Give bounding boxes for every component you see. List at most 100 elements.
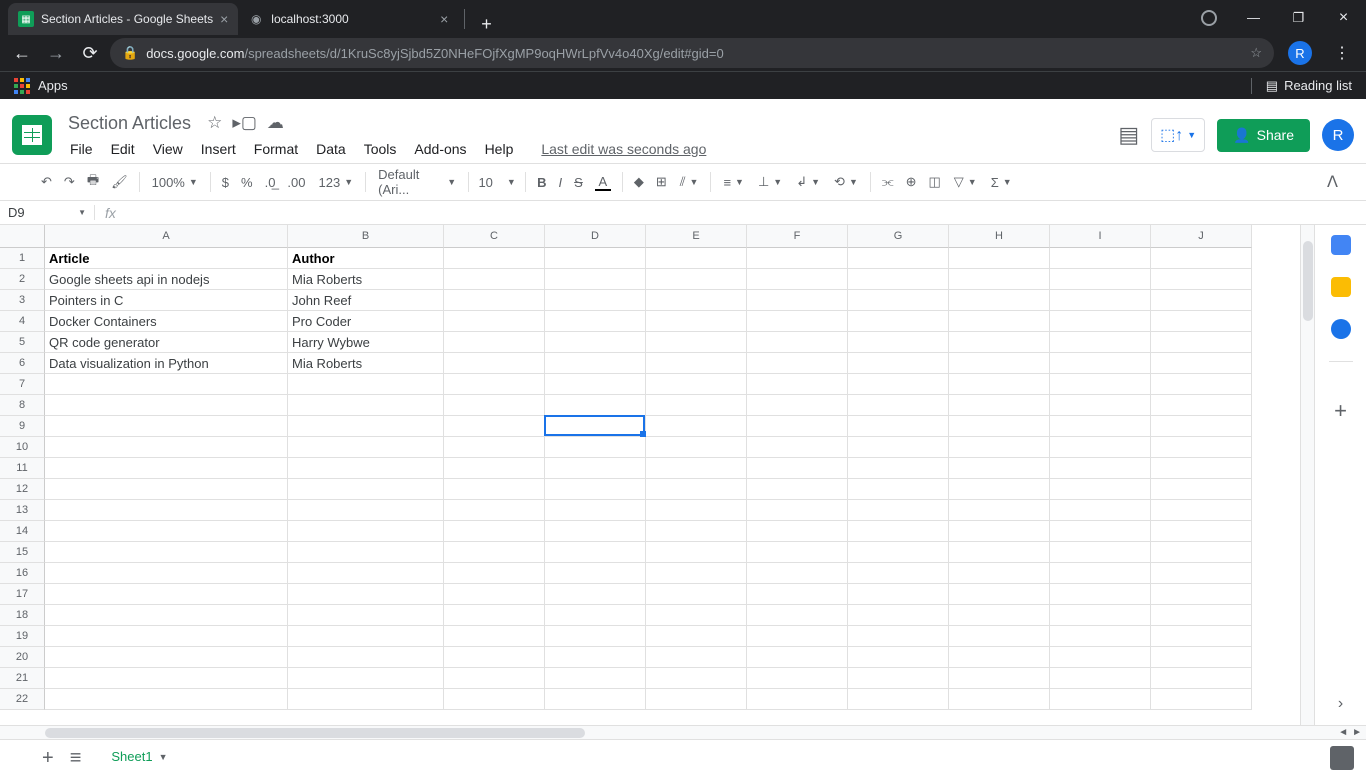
cell[interactable]	[545, 416, 646, 437]
cell[interactable]	[545, 605, 646, 626]
cell[interactable]	[747, 605, 848, 626]
column-header[interactable]: G	[848, 225, 949, 248]
cell[interactable]	[45, 395, 288, 416]
cell[interactable]	[646, 500, 747, 521]
browser-tab-active[interactable]: ▦ Section Articles - Google Sheets ×	[8, 3, 238, 35]
row-header[interactable]: 7	[0, 374, 45, 395]
cell[interactable]	[45, 626, 288, 647]
apps-shortcut[interactable]: Apps	[14, 78, 68, 94]
cell[interactable]	[45, 374, 288, 395]
cell[interactable]	[646, 542, 747, 563]
cell[interactable]	[45, 521, 288, 542]
tasks-app-icon[interactable]	[1331, 319, 1351, 339]
cell[interactable]	[1151, 416, 1252, 437]
cell[interactable]	[444, 626, 545, 647]
last-edit-link[interactable]: Last edit was seconds ago	[533, 138, 714, 160]
column-header[interactable]: H	[949, 225, 1050, 248]
cell[interactable]	[646, 395, 747, 416]
cell[interactable]	[949, 374, 1050, 395]
keep-app-icon[interactable]	[1331, 277, 1351, 297]
cell[interactable]	[646, 689, 747, 710]
row-header[interactable]: 10	[0, 437, 45, 458]
cell[interactable]	[646, 269, 747, 290]
menu-addons[interactable]: Add-ons	[406, 138, 474, 160]
cell[interactable]	[848, 332, 949, 353]
cell[interactable]: Author	[288, 248, 444, 269]
reading-list-button[interactable]: ▤ Reading list	[1251, 78, 1352, 94]
cell[interactable]	[848, 584, 949, 605]
menu-edit[interactable]: Edit	[103, 138, 143, 160]
row-header[interactable]: 15	[0, 542, 45, 563]
move-icon[interactable]: ▸▢	[232, 113, 257, 133]
cell[interactable]	[848, 689, 949, 710]
cell[interactable]	[646, 668, 747, 689]
back-button[interactable]: ←	[8, 39, 36, 67]
menu-data[interactable]: Data	[308, 138, 354, 160]
cell[interactable]	[45, 416, 288, 437]
cell[interactable]	[444, 605, 545, 626]
cell[interactable]	[45, 668, 288, 689]
wrap-button[interactable]: ↲▼	[790, 172, 826, 192]
row-header[interactable]: 22	[0, 689, 45, 710]
cell[interactable]	[646, 479, 747, 500]
row-header[interactable]: 12	[0, 479, 45, 500]
cell[interactable]	[45, 689, 288, 710]
cell[interactable]	[288, 542, 444, 563]
account-avatar[interactable]: R	[1322, 119, 1354, 151]
cell[interactable]	[545, 647, 646, 668]
cell[interactable]	[747, 479, 848, 500]
explore-button[interactable]	[1330, 746, 1354, 770]
cell[interactable]	[45, 563, 288, 584]
cell[interactable]	[646, 248, 747, 269]
add-sheet-button[interactable]: +	[42, 747, 54, 770]
share-button[interactable]: 👤 Share	[1217, 119, 1310, 152]
cell[interactable]	[646, 521, 747, 542]
cell[interactable]	[747, 668, 848, 689]
cell[interactable]	[1050, 395, 1151, 416]
hide-panel-icon[interactable]: ›	[1338, 695, 1343, 713]
close-tab-icon[interactable]: ×	[440, 11, 448, 27]
cell[interactable]	[747, 353, 848, 374]
cell[interactable]	[848, 395, 949, 416]
column-header[interactable]: I	[1050, 225, 1151, 248]
browser-tab-inactive[interactable]: ◉ localhost:3000 ×	[238, 3, 458, 35]
cell[interactable]	[444, 689, 545, 710]
menu-file[interactable]: File	[62, 138, 101, 160]
column-header[interactable]: C	[444, 225, 545, 248]
cell[interactable]	[288, 521, 444, 542]
close-window-icon[interactable]: ×	[1321, 9, 1366, 27]
cell[interactable]: Docker Containers	[45, 311, 288, 332]
column-header[interactable]: E	[646, 225, 747, 248]
decrease-decimal-button[interactable]: .0̲	[260, 171, 281, 194]
cell[interactable]	[288, 458, 444, 479]
row-header[interactable]: 1	[0, 248, 45, 269]
cell[interactable]	[949, 521, 1050, 542]
row-header[interactable]: 8	[0, 395, 45, 416]
cell[interactable]	[848, 647, 949, 668]
bold-button[interactable]: B	[532, 171, 551, 194]
cell[interactable]	[288, 437, 444, 458]
reload-button[interactable]: ⟳	[76, 39, 104, 67]
cell[interactable]	[848, 542, 949, 563]
cell[interactable]	[1151, 269, 1252, 290]
cell[interactable]	[747, 311, 848, 332]
cell[interactable]	[444, 563, 545, 584]
cloud-status-icon[interactable]: ☁	[267, 113, 284, 133]
new-tab-button[interactable]: +	[471, 14, 502, 35]
cell[interactable]	[288, 605, 444, 626]
percent-button[interactable]: %	[236, 171, 258, 194]
cell[interactable]	[444, 311, 545, 332]
increase-decimal-button[interactable]: .00	[282, 171, 310, 194]
cell[interactable]	[747, 437, 848, 458]
cell[interactable]: Pro Coder	[288, 311, 444, 332]
cell[interactable]	[949, 563, 1050, 584]
cell[interactable]	[545, 479, 646, 500]
cell[interactable]	[646, 332, 747, 353]
cell[interactable]	[848, 269, 949, 290]
cell[interactable]	[949, 626, 1050, 647]
formula-input[interactable]	[126, 201, 1366, 224]
cell[interactable]	[747, 416, 848, 437]
cell[interactable]	[1151, 626, 1252, 647]
cell[interactable]	[1050, 563, 1151, 584]
menu-format[interactable]: Format	[246, 138, 306, 160]
